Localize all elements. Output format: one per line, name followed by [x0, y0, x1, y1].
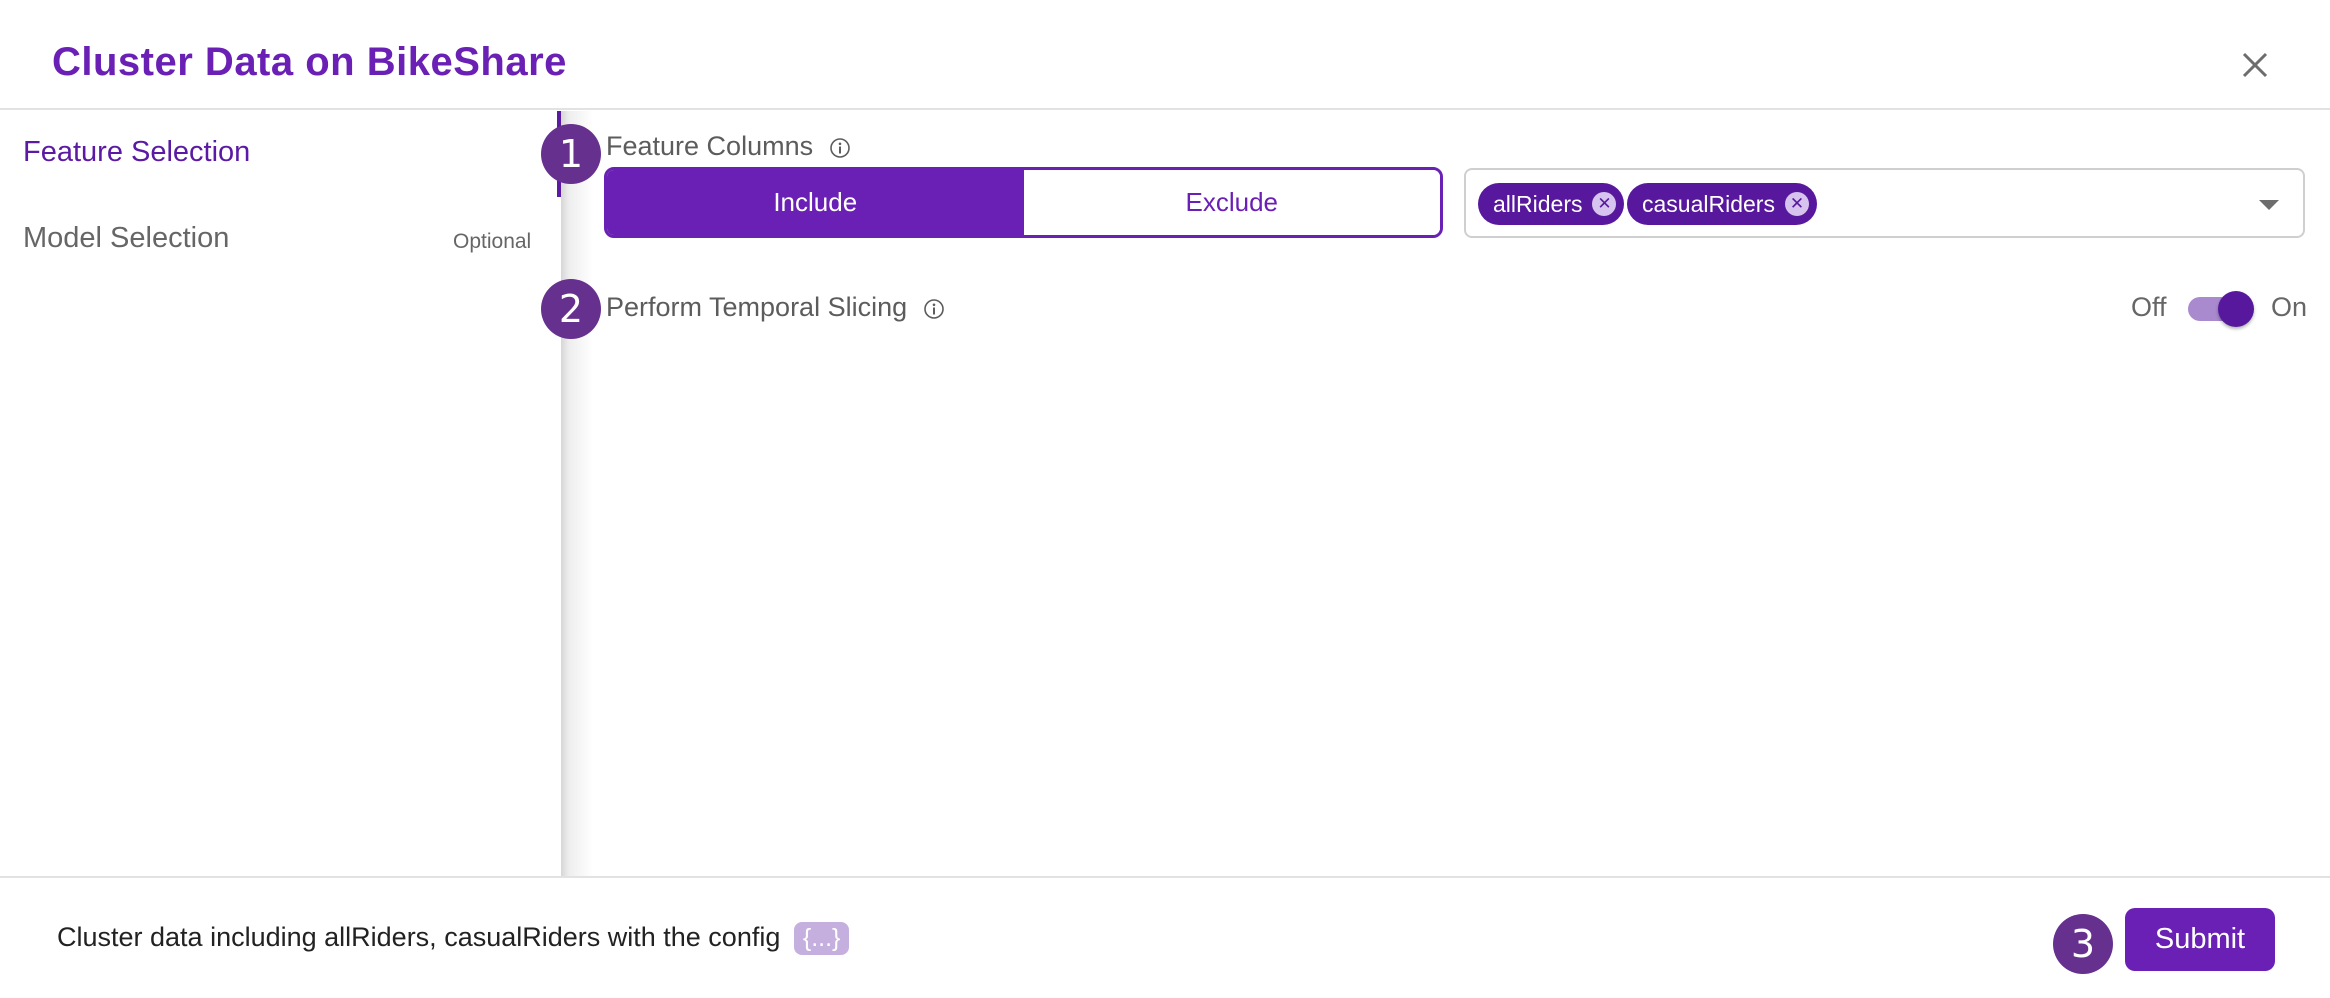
dialog-title: Cluster Data on BikeShare: [52, 40, 567, 84]
step-badge-3: 3: [2053, 914, 2113, 974]
toggle-off-label: Off: [2131, 292, 2167, 322]
summary-text: Cluster data including allRiders, casual…: [57, 922, 850, 955]
chip-label: allRiders: [1493, 190, 1583, 217]
config-chip[interactable]: {...}: [793, 922, 850, 955]
include-exclude-toggle: Include Exclude: [604, 167, 1443, 238]
switch-knob[interactable]: [2218, 291, 2254, 327]
close-icon: [2242, 52, 2268, 78]
info-icon[interactable]: [923, 298, 945, 320]
feature-columns-label-text: Feature Columns: [606, 131, 814, 161]
sidebar-item-feature-selection[interactable]: Feature Selection: [23, 136, 250, 169]
step-badge-2: 2: [541, 279, 601, 339]
step-badge-1: 1: [541, 124, 601, 184]
include-button[interactable]: Include: [607, 170, 1024, 235]
chip-casualriders: casualRiders ✕: [1627, 183, 1817, 225]
chevron-down-icon[interactable]: [2259, 200, 2279, 210]
remove-chip-icon[interactable]: ✕: [1592, 192, 1617, 216]
temporal-slicing-label: Perform Temporal Slicing: [606, 292, 945, 323]
chip-label: casualRiders: [1642, 190, 1775, 217]
sidebar-item-model-selection[interactable]: Model Selection: [23, 222, 229, 255]
close-button[interactable]: [2236, 46, 2274, 84]
toggle-on-label: On: [2271, 292, 2308, 322]
optional-tag: Optional: [453, 230, 532, 253]
temporal-slicing-label-text: Perform Temporal Slicing: [606, 292, 908, 322]
sidebar-divider: [561, 111, 593, 876]
dialog-header: Cluster Data on BikeShare: [0, 0, 2330, 110]
info-icon[interactable]: [829, 137, 851, 159]
chip-allriders: allRiders ✕: [1478, 183, 1625, 225]
summary-label: Cluster data including allRiders, casual…: [57, 922, 781, 952]
feature-columns-label: Feature Columns: [606, 131, 851, 162]
remove-chip-icon[interactable]: ✕: [1784, 192, 1809, 216]
dialog-footer: Cluster data including allRiders, casual…: [0, 876, 2330, 998]
exclude-button[interactable]: Exclude: [1023, 170, 1440, 235]
feature-columns-select[interactable]: allRiders ✕ casualRiders ✕: [1464, 168, 2305, 238]
submit-button[interactable]: Submit: [2125, 908, 2275, 971]
